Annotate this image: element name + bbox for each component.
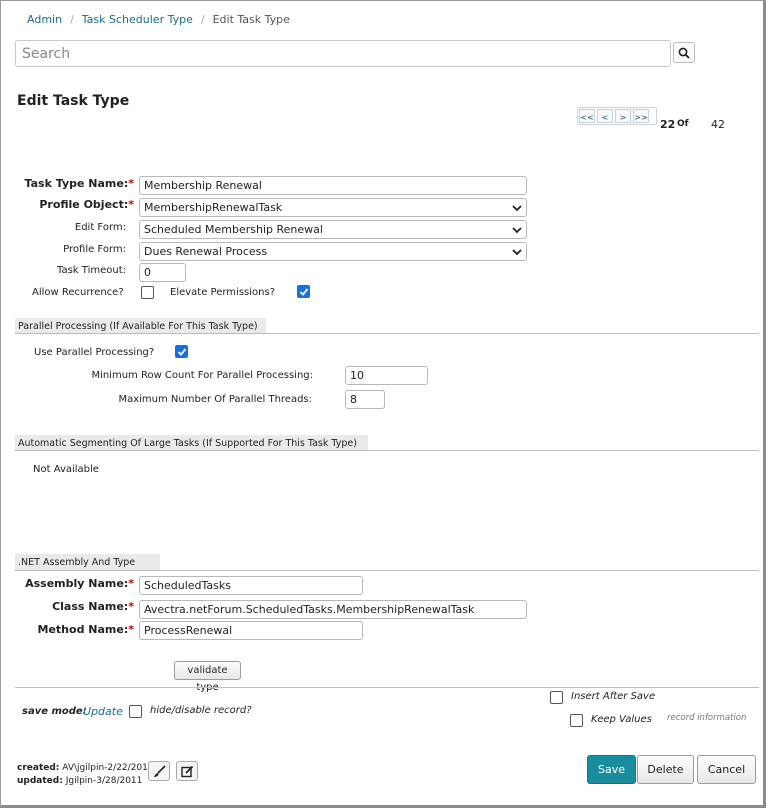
use-parallel-checkbox[interactable]	[175, 345, 188, 358]
edit-form-select[interactable]: Scheduled Membership Renewal	[139, 220, 527, 239]
breadcrumb-task-scheduler-type[interactable]: Task Scheduler Type	[82, 13, 193, 26]
hide-disable-label: hide/disable record?	[150, 705, 252, 716]
pager-first-button[interactable]: <<	[579, 109, 595, 123]
task-type-name-input[interactable]: Membership Renewal	[139, 176, 527, 195]
created-info: created: AV\jgilpin-2/22/2011	[17, 763, 154, 773]
updated-value: Jgilpin-3/28/2011	[65, 776, 143, 786]
assembly-name-input[interactable]: ScheduledTasks	[139, 576, 363, 595]
pager-total: 42	[711, 118, 725, 131]
insert-after-save-checkbox[interactable]	[550, 691, 563, 704]
max-threads-input[interactable]: 8	[345, 390, 385, 409]
segmenting-section-header: Automatic Segmenting Of Large Tasks (If …	[15, 435, 368, 451]
brush-icon	[153, 764, 166, 777]
keep-values-checkbox[interactable]	[570, 714, 583, 727]
use-parallel-label: Use Parallel Processing?	[34, 347, 155, 358]
chevron-down-icon	[512, 248, 522, 255]
divider	[15, 450, 759, 451]
keep-values-label: Keep Values	[591, 714, 652, 725]
min-rows-label: Minimum Row Count For Parallel Processin…	[91, 370, 313, 381]
breadcrumb-current: Edit Task Type	[212, 13, 290, 26]
created-label: created:	[17, 763, 60, 773]
profile-object-select[interactable]: MembershipRenewalTask	[139, 198, 527, 217]
divider	[15, 333, 759, 334]
breadcrumb-admin[interactable]: Admin	[27, 13, 62, 26]
profile-object-label: Profile Object:*	[39, 198, 134, 211]
insert-after-save-label: Insert After Save	[571, 691, 656, 702]
assembly-section-header: .NET Assembly And Type	[15, 554, 160, 570]
created-value: AV\jgilpin-2/22/2011	[62, 763, 154, 773]
pager: << < > >>	[577, 107, 657, 125]
segmenting-status: Not Available	[33, 464, 99, 475]
edit-form-label: Edit Form:	[74, 222, 126, 233]
check-icon	[299, 287, 308, 296]
updated-label: updated:	[17, 776, 63, 786]
elevate-permissions-checkbox[interactable]	[297, 285, 310, 298]
task-timeout-input[interactable]: 0	[139, 263, 186, 282]
hide-disable-checkbox[interactable]	[129, 705, 142, 718]
brush-button[interactable]	[148, 761, 170, 781]
save-button[interactable]: Save	[587, 755, 636, 784]
allow-recurrence-label: Allow Recurrence?	[32, 287, 124, 298]
record-information-link[interactable]: record information	[667, 713, 746, 723]
edit-icon	[180, 765, 193, 777]
search-icon	[678, 47, 690, 59]
search-button[interactable]	[673, 42, 695, 63]
save-mode-label: save mode:	[22, 706, 87, 717]
chevron-down-icon	[512, 226, 522, 233]
pager-of-label: Of	[677, 119, 689, 129]
profile-form-value: Dues Renewal Process	[144, 245, 268, 258]
class-name-input[interactable]: Avectra.netForum.ScheduledTasks.Membersh…	[139, 600, 527, 619]
page-title: Edit Task Type	[17, 93, 130, 109]
profile-object-value: MembershipRenewalTask	[144, 201, 283, 214]
profile-form-select[interactable]: Dues Renewal Process	[139, 242, 527, 261]
min-rows-input[interactable]: 10	[345, 366, 428, 385]
edit-button[interactable]	[176, 761, 198, 781]
class-name-label: Class Name:*	[52, 600, 134, 613]
divider	[15, 687, 759, 688]
validate-type-button[interactable]: validate type	[174, 661, 241, 693]
task-timeout-label: Task Timeout:	[57, 265, 126, 276]
pager-last-button[interactable]: >>	[633, 109, 649, 123]
updated-info: updated: Jgilpin-3/28/2011	[17, 776, 142, 786]
delete-button[interactable]: Delete	[637, 755, 694, 784]
divider	[15, 570, 759, 571]
breadcrumb: Admin / Task Scheduler Type / Edit Task Type	[27, 13, 290, 26]
save-mode-value[interactable]: Update	[83, 705, 123, 718]
chevron-down-icon	[512, 204, 522, 211]
check-icon	[177, 347, 186, 356]
pager-current: 22	[660, 118, 676, 131]
elevate-permissions-label: Elevate Permissions?	[170, 287, 275, 298]
pager-next-button[interactable]: >	[615, 109, 631, 123]
max-threads-label: Maximum Number Of Parallel Threads:	[118, 394, 312, 405]
allow-recurrence-checkbox[interactable]	[141, 286, 154, 299]
pager-prev-button[interactable]: <	[597, 109, 613, 123]
assembly-name-label: Assembly Name:*	[25, 577, 134, 590]
edit-form-value: Scheduled Membership Renewal	[144, 223, 323, 236]
method-name-label: Method Name:*	[37, 623, 134, 636]
profile-form-label: Profile Form:	[63, 244, 126, 255]
method-name-input[interactable]: ProcessRenewal	[139, 621, 363, 640]
search-input[interactable]	[15, 40, 671, 67]
cancel-button[interactable]: Cancel	[697, 755, 756, 784]
parallel-section-header: Parallel Processing (If Available For Th…	[15, 318, 266, 334]
task-type-name-label: Task Type Name:*	[24, 177, 134, 190]
